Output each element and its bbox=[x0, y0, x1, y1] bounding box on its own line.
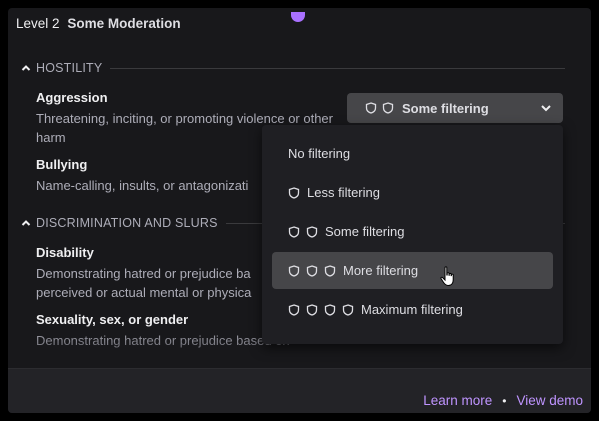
level-name: Some Moderation bbox=[67, 16, 181, 31]
option-some-filtering[interactable]: Some filtering bbox=[272, 213, 553, 250]
chevron-down-icon bbox=[541, 105, 551, 112]
learn-more-link[interactable]: Learn more bbox=[423, 393, 492, 408]
option-maximum-filtering[interactable]: Maximum filtering bbox=[272, 291, 553, 328]
shield-icon bbox=[306, 303, 318, 316]
option-less-filtering[interactable]: Less filtering bbox=[272, 174, 553, 211]
setting-description: Demonstrating hatred or prejudice ba per… bbox=[36, 266, 252, 300]
shield-icon bbox=[324, 303, 336, 316]
divider bbox=[110, 67, 565, 69]
setting-name: Disability bbox=[36, 245, 94, 260]
level-label: Level 2 bbox=[16, 16, 60, 31]
option-label: Maximum filtering bbox=[361, 302, 463, 317]
footer-separator: • bbox=[502, 393, 507, 408]
option-label: No filtering bbox=[288, 146, 351, 161]
shield-icon bbox=[382, 102, 394, 114]
shield-icon bbox=[365, 102, 377, 114]
shield-icon bbox=[288, 225, 300, 238]
chevron-up-icon bbox=[21, 220, 31, 226]
shield-icon bbox=[342, 303, 354, 316]
option-label: Some filtering bbox=[325, 224, 405, 239]
option-no-filtering[interactable]: No filtering bbox=[272, 135, 553, 172]
shield-icon bbox=[288, 303, 300, 316]
setting-name: Aggression bbox=[36, 90, 108, 105]
shield-icon bbox=[288, 186, 300, 199]
section-label: DISCRIMINATION AND SLURS bbox=[36, 216, 218, 230]
option-more-filtering[interactable]: More filtering bbox=[272, 252, 553, 289]
footer-links: Learn more • View demo bbox=[423, 393, 583, 408]
shield-icon bbox=[306, 264, 318, 277]
setting-disability: Disability Demonstrating hatred or preju… bbox=[36, 245, 266, 302]
option-label: More filtering bbox=[343, 263, 419, 278]
shield-icon bbox=[324, 264, 336, 277]
accent-indicator bbox=[291, 12, 305, 22]
chevron-up-icon bbox=[21, 65, 31, 71]
option-label: Less filtering bbox=[307, 185, 380, 200]
shield-icon bbox=[306, 225, 318, 238]
view-demo-link[interactable]: View demo bbox=[516, 393, 583, 408]
select-value: Some filtering bbox=[402, 100, 489, 116]
page-title: Level 2 Some Moderation bbox=[16, 16, 181, 31]
moderation-panel: Level 2 Some Moderation HOSTILITY Aggres… bbox=[8, 8, 591, 413]
footer-bar: Learn more • View demo bbox=[8, 368, 591, 413]
section-header-hostility[interactable]: HOSTILITY bbox=[20, 61, 565, 75]
filter-dropdown-menu: No filtering Less filtering Some filteri… bbox=[262, 125, 563, 344]
shield-icon bbox=[288, 264, 300, 277]
aggression-filter-select[interactable]: Some filtering bbox=[347, 93, 563, 123]
section-label: HOSTILITY bbox=[36, 61, 103, 75]
hand-pointer-cursor-icon bbox=[440, 266, 454, 287]
